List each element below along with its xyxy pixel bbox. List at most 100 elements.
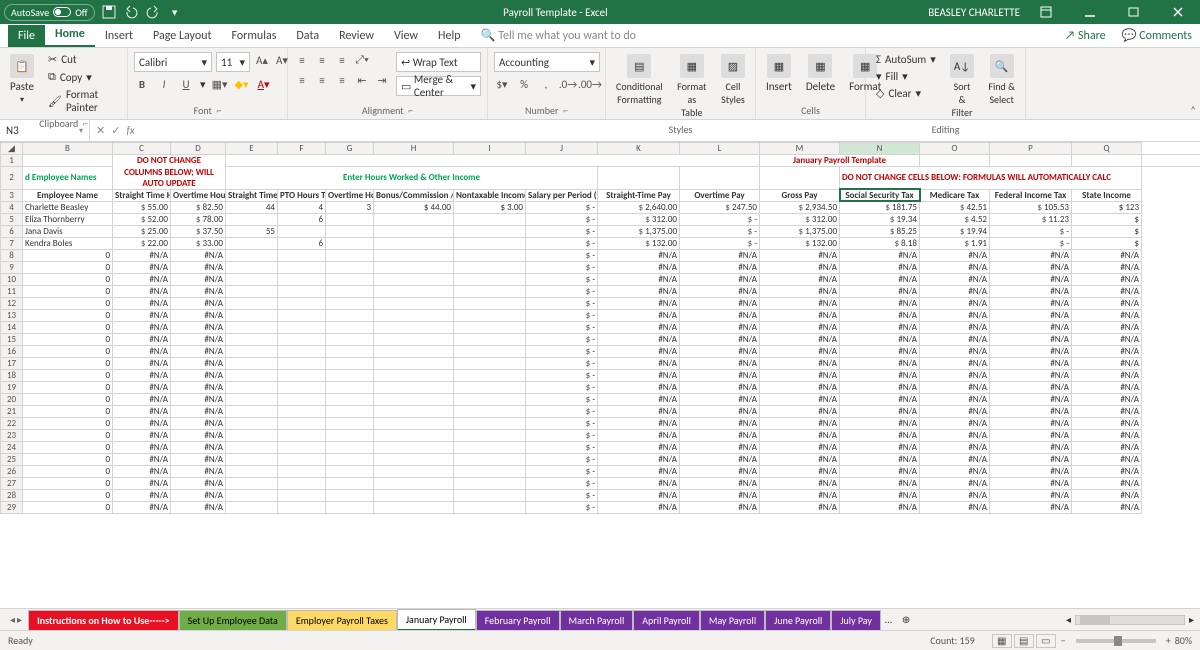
zoom-in-icon[interactable]: + bbox=[1162, 634, 1175, 647]
sheet-employer-taxes[interactable]: Employer Payroll Taxes bbox=[287, 610, 397, 630]
col-M[interactable]: M bbox=[760, 143, 840, 155]
zoom-level[interactable]: 80% bbox=[1175, 634, 1192, 647]
table-row[interactable]: 15 0 #N/A#N/A $ - #N/A#N/A#N/A #N/A#N/A#… bbox=[1, 333, 1200, 345]
align-left-icon[interactable]: ≡ bbox=[294, 72, 310, 88]
table-row[interactable]: 13 0 #N/A#N/A $ - #N/A#N/A#N/A #N/A#N/A#… bbox=[1, 309, 1200, 321]
table-row[interactable]: 22 0 #N/A#N/A $ - #N/A#N/A#N/A #N/A#N/A#… bbox=[1, 417, 1200, 429]
table-row[interactable]: 25 0 #N/A#N/A $ - #N/A#N/A#N/A #N/A#N/A#… bbox=[1, 453, 1200, 465]
tab-data[interactable]: Data bbox=[286, 25, 329, 47]
italic-button[interactable]: I bbox=[156, 76, 172, 92]
autosum-button[interactable]: ΣAutoSum▾ bbox=[872, 52, 940, 67]
table-row[interactable]: 17 0 #N/A#N/A $ - #N/A#N/A#N/A #N/A#N/A#… bbox=[1, 357, 1200, 369]
sheet-april[interactable]: April Payroll bbox=[633, 610, 700, 630]
table-row[interactable]: 24 0 #N/A#N/A $ - #N/A#N/A#N/A #N/A#N/A#… bbox=[1, 441, 1200, 453]
tab-formulas[interactable]: Formulas bbox=[221, 25, 286, 47]
fill-color-button[interactable]: ◆▾ bbox=[234, 76, 250, 92]
zoom-out-icon[interactable]: − bbox=[1057, 634, 1070, 647]
increase-font-icon[interactable]: A▴ bbox=[254, 52, 270, 68]
row-2[interactable]: 2 bbox=[1, 167, 23, 190]
close-icon[interactable] bbox=[1160, 2, 1196, 22]
cell-styles-button[interactable]: ▨Cell Styles bbox=[717, 52, 749, 108]
hscroll-left-icon[interactable]: ◂ bbox=[1066, 613, 1071, 626]
tab-insert[interactable]: Insert bbox=[95, 25, 143, 47]
font-color-button[interactable]: A▾ bbox=[256, 76, 272, 92]
borders-button[interactable]: ▦▾ bbox=[212, 76, 228, 92]
bold-button[interactable]: B bbox=[134, 76, 150, 92]
increase-indent-icon[interactable]: ⇥ bbox=[374, 72, 390, 88]
table-row[interactable]: 29 0 #N/A#N/A $ - #N/A#N/A#N/A #N/A#N/A#… bbox=[1, 501, 1200, 513]
clear-button[interactable]: ◇Clear▾ bbox=[872, 86, 940, 101]
horizontal-scrollbar[interactable] bbox=[1075, 615, 1185, 625]
table-row[interactable]: 6 Jana Davis $ 25.00 $ 37.50 55 $ - $ 1,… bbox=[1, 225, 1200, 237]
table-row[interactable]: 9 0 #N/A#N/A $ - #N/A#N/A#N/A #N/A#N/A#N… bbox=[1, 261, 1200, 273]
table-row[interactable]: 14 0 #N/A#N/A $ - #N/A#N/A#N/A #N/A#N/A#… bbox=[1, 321, 1200, 333]
page-layout-view-icon[interactable]: ▤ bbox=[1014, 634, 1034, 648]
share-button[interactable]: ↗ Share bbox=[1057, 25, 1114, 47]
table-row[interactable]: 10 0 #N/A#N/A $ - #N/A#N/A#N/A #N/A#N/A#… bbox=[1, 273, 1200, 285]
fx-icon[interactable]: fx bbox=[126, 124, 134, 137]
table-row[interactable]: 27 0 #N/A#N/A $ - #N/A#N/A#N/A #N/A#N/A#… bbox=[1, 477, 1200, 489]
table-row[interactable]: 4 Charlette Beasley $ 55.00 $ 82.50 4443… bbox=[1, 201, 1200, 213]
tab-review[interactable]: Review bbox=[329, 25, 384, 47]
sheet-instructions[interactable]: Instructions on How to Use-----> bbox=[28, 610, 179, 630]
page-break-view-icon[interactable]: ▭ bbox=[1036, 634, 1056, 648]
minimize-icon[interactable] bbox=[1072, 2, 1108, 22]
col-E[interactable]: E bbox=[226, 143, 278, 155]
number-format-select[interactable]: Accounting▾ bbox=[494, 52, 600, 72]
align-center-icon[interactable]: ≡ bbox=[314, 72, 330, 88]
sheet-nav-first-icon[interactable]: ◂ bbox=[10, 613, 15, 626]
table-row[interactable]: 23 0 #N/A#N/A $ - #N/A#N/A#N/A #N/A#N/A#… bbox=[1, 429, 1200, 441]
col-C[interactable]: C bbox=[113, 143, 171, 155]
sheet-june[interactable]: June Payroll bbox=[765, 610, 831, 630]
sheet-march[interactable]: March Payroll bbox=[560, 610, 634, 630]
col-Q[interactable]: Q bbox=[1072, 143, 1142, 155]
decrease-decimal-icon[interactable]: .00→ bbox=[582, 76, 598, 92]
table-row[interactable]: 11 0 #N/A#N/A $ - #N/A#N/A#N/A #N/A#N/A#… bbox=[1, 285, 1200, 297]
row-1[interactable]: 1 bbox=[1, 155, 23, 167]
redo-icon[interactable] bbox=[145, 4, 161, 20]
insert-cells-button[interactable]: ▦Insert bbox=[762, 52, 796, 95]
sheet-may[interactable]: May Payroll bbox=[700, 610, 765, 630]
sheet-employee-data[interactable]: Set Up Employee Data bbox=[179, 610, 287, 630]
row-3[interactable]: 3 bbox=[1, 189, 23, 201]
col-I[interactable]: I bbox=[454, 143, 526, 155]
table-row[interactable]: 12 0 #N/A#N/A $ - #N/A#N/A#N/A #N/A#N/A#… bbox=[1, 297, 1200, 309]
sheet-january[interactable]: January Payroll bbox=[397, 609, 476, 631]
table-row[interactable]: 28 0 #N/A#N/A $ - #N/A#N/A#N/A #N/A#N/A#… bbox=[1, 489, 1200, 501]
align-bottom-icon[interactable]: ≡ bbox=[334, 52, 350, 68]
col-D[interactable]: D bbox=[171, 143, 226, 155]
fill-button[interactable]: ▾Fill▾ bbox=[872, 69, 940, 84]
font-name-select[interactable]: Calibri▾ bbox=[134, 52, 212, 72]
tab-view[interactable]: View bbox=[384, 25, 428, 47]
zoom-slider[interactable] bbox=[1076, 639, 1156, 643]
col-L[interactable]: L bbox=[680, 143, 760, 155]
ribbon-display-icon[interactable] bbox=[1028, 2, 1064, 22]
accounting-format-icon[interactable]: $▾ bbox=[494, 76, 510, 92]
col-N[interactable]: N bbox=[840, 143, 920, 155]
font-size-select[interactable]: 11▾ bbox=[216, 52, 250, 72]
sheet-nav-last-icon[interactable]: ▸ bbox=[17, 613, 22, 626]
spreadsheet-grid[interactable]: ◢ B C D E F G H I J K L M N O P Q 1DO NO… bbox=[0, 142, 1200, 608]
save-icon[interactable] bbox=[101, 4, 117, 20]
table-row[interactable]: 5 Eliza Thornberry $ 52.00 $ 78.00 6 $ -… bbox=[1, 213, 1200, 225]
align-right-icon[interactable]: ≡ bbox=[334, 72, 350, 88]
conditional-formatting-button[interactable]: ▤Conditional Formatting bbox=[612, 52, 667, 108]
normal-view-icon[interactable]: ▦ bbox=[992, 634, 1012, 648]
increase-decimal-icon[interactable]: .0→ bbox=[560, 76, 576, 92]
tab-home[interactable]: Home bbox=[45, 23, 95, 47]
table-row[interactable]: 7 Kendra Boles $ 22.00 $ 33.00 6 $ - $ 1… bbox=[1, 237, 1200, 249]
copy-button[interactable]: ⧉Copy▾ bbox=[44, 69, 121, 85]
format-as-table-button[interactable]: ▦Format as Table bbox=[673, 52, 711, 121]
select-all[interactable]: ◢ bbox=[1, 143, 23, 155]
col-H[interactable]: H bbox=[374, 143, 454, 155]
col-K[interactable]: K bbox=[598, 143, 680, 155]
tab-help[interactable]: Help bbox=[428, 25, 471, 47]
align-middle-icon[interactable]: ≡ bbox=[314, 52, 330, 68]
table-row[interactable]: 26 0 #N/A#N/A $ - #N/A#N/A#N/A #N/A#N/A#… bbox=[1, 465, 1200, 477]
new-sheet-icon[interactable]: ⊕ bbox=[896, 613, 916, 626]
wrap-text-button[interactable]: ↩ Wrap Text bbox=[396, 52, 481, 72]
col-J[interactable]: J bbox=[526, 143, 598, 155]
col-G[interactable]: G bbox=[326, 143, 374, 155]
customize-qat-icon[interactable]: ▾ bbox=[167, 4, 183, 20]
comma-format-icon[interactable]: , bbox=[538, 76, 554, 92]
